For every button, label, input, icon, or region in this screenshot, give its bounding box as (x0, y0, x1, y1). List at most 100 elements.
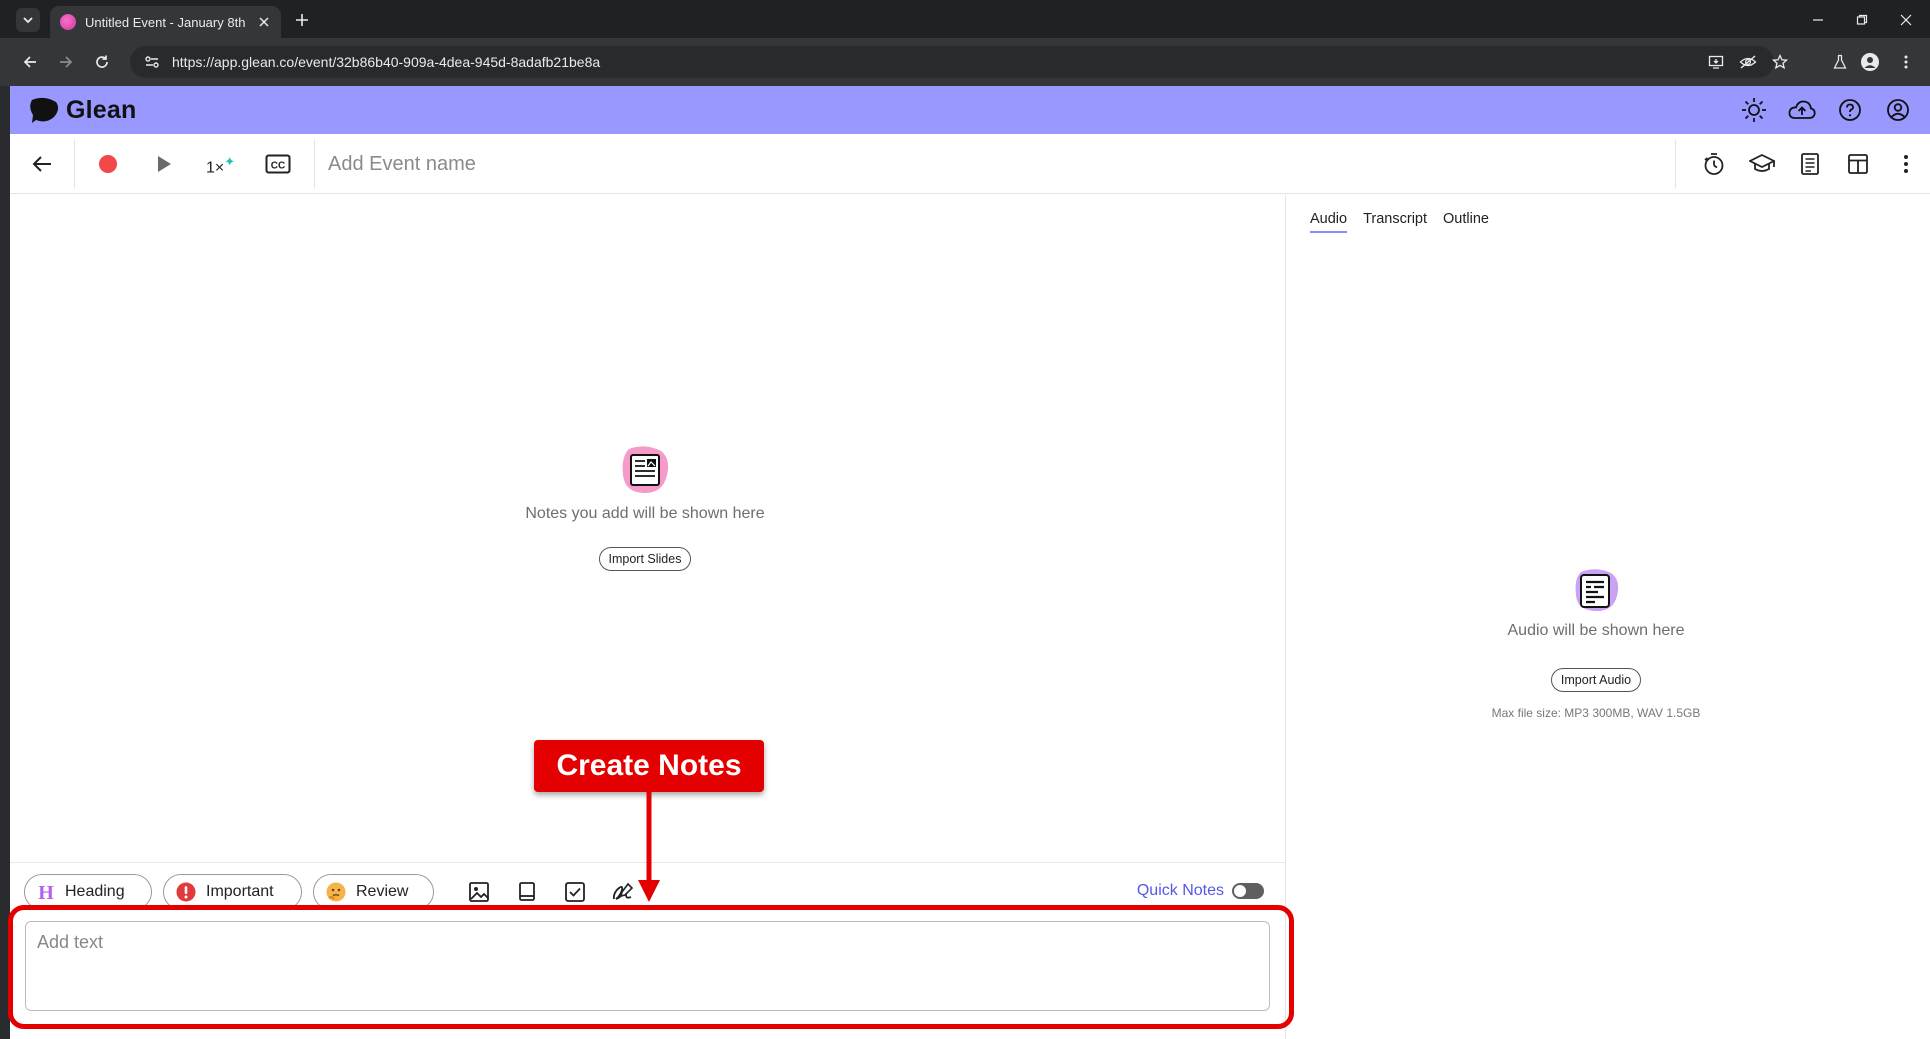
layout-icon (1848, 154, 1868, 174)
tab-close-button[interactable] (257, 15, 271, 29)
svg-text:H: H (38, 882, 54, 902)
play-button[interactable] (150, 150, 178, 178)
arrow-left-icon (23, 56, 36, 68)
bookmark-icon (519, 882, 535, 901)
labs-flask-icon[interactable] (1828, 50, 1852, 74)
insert-slide-button[interactable] (514, 879, 540, 905)
quick-notes-toggle[interactable]: Quick Notes (1137, 882, 1264, 900)
tab-audio[interactable]: Audio (1310, 211, 1348, 233)
media-pane: Audio Transcript Outline Audio will be s… (1286, 195, 1930, 1039)
scribble-pen-icon (612, 882, 634, 900)
brand-name: Glean (66, 95, 137, 124)
glean-favicon-icon (60, 14, 76, 30)
layout-button[interactable] (1844, 150, 1872, 178)
import-audio-button[interactable]: Import Audio (1550, 668, 1642, 692)
slides-placeholder-icon (622, 446, 669, 493)
back-to-home-button[interactable] (28, 150, 56, 178)
exclamation-icon (176, 882, 196, 902)
audio-empty-message: Audio will be shown here (1507, 622, 1685, 639)
page: Untitled Event - January 8th 2025 (0, 0, 1930, 1039)
plus-icon (296, 14, 308, 26)
timer-icon (1704, 153, 1724, 175)
record-button[interactable] (94, 150, 122, 178)
annotation-arrow-icon (638, 792, 660, 902)
address-bar[interactable]: https://app.glean.co/event/32b86b40-909a… (130, 46, 1788, 78)
arrow-right-icon (60, 56, 73, 68)
site-info-icon[interactable] (142, 52, 162, 72)
review-label: Review (356, 883, 409, 900)
window-frame (0, 86, 10, 1039)
checkbox-icon (565, 882, 585, 902)
back-button[interactable] (18, 50, 42, 74)
image-icon (469, 882, 489, 902)
quick-notes-switch[interactable] (1232, 883, 1264, 899)
insert-checkbox-button[interactable] (562, 879, 588, 905)
toolbar-divider (314, 140, 315, 188)
playback-speed-button[interactable]: 1×✦ (206, 154, 235, 177)
study-mode-button[interactable] (1748, 150, 1776, 178)
theme-toggle-button[interactable] (1740, 96, 1768, 124)
tab-search-button[interactable] (16, 8, 40, 32)
help-button[interactable] (1836, 96, 1864, 124)
heading-icon: H (37, 882, 55, 902)
close-icon (259, 17, 269, 27)
upload-button[interactable] (1788, 96, 1816, 124)
more-icon (1904, 155, 1908, 173)
play-icon (158, 156, 171, 172)
reload-icon (96, 55, 108, 68)
more-options-button[interactable] (1892, 150, 1920, 178)
restore-icon (1856, 14, 1868, 25)
browser-tab-title: Untitled Event - January 8th 2025 (85, 14, 249, 30)
bookmark-star-icon[interactable] (1770, 52, 1790, 72)
browser-tab[interactable]: Untitled Event - January 8th 2025 (50, 6, 281, 38)
notes-view-icon (1801, 153, 1819, 175)
draw-button[interactable] (610, 879, 636, 905)
notes-empty-message: Notes you add will be shown here (525, 505, 765, 522)
eye-off-icon[interactable] (1738, 52, 1758, 72)
profile-avatar-icon[interactable] (1858, 50, 1882, 74)
install-app-icon[interactable] (1706, 52, 1726, 72)
heading-label: Heading (65, 883, 125, 900)
event-toolbar: 1×✦ CC (10, 134, 1930, 194)
notes-empty-state: Notes you add will be shown here Import … (495, 445, 795, 571)
arrow-left-icon (32, 156, 51, 172)
quick-notes-label: Quick Notes (1136, 882, 1224, 899)
glean-logo[interactable]: Glean (28, 95, 136, 125)
browser-tab-strip: Untitled Event - January 8th 2025 (0, 0, 1930, 38)
import-slides-button[interactable]: Import Slides (598, 547, 692, 571)
cloud-upload-icon (1788, 100, 1816, 119)
tab-outline[interactable]: Outline (1443, 211, 1489, 233)
audio-placeholder-icon (1575, 569, 1619, 612)
sparkle-icon: ✦ (224, 154, 236, 169)
restore-button[interactable] (1852, 10, 1872, 30)
event-name-input[interactable] (328, 148, 1228, 180)
sun-icon (1742, 98, 1766, 122)
close-icon (1900, 14, 1912, 26)
notes-view-button[interactable] (1796, 150, 1824, 178)
graduation-cap-icon (1749, 153, 1775, 172)
closed-captions-icon: CC (265, 154, 291, 174)
annotation-highlight-box (8, 905, 1294, 1029)
toggle-knob (1234, 885, 1246, 897)
browser-toolbar: https://app.glean.co/event/32b86b40-909a… (0, 38, 1930, 86)
new-tab-button[interactable] (292, 10, 312, 30)
minimize-button[interactable] (1808, 10, 1828, 30)
insert-image-button[interactable] (466, 879, 492, 905)
reload-button[interactable] (90, 50, 114, 74)
account-button[interactable] (1884, 96, 1912, 124)
audio-empty-state: Audio will be shown here Import Audio Ma… (1446, 568, 1746, 720)
captions-button[interactable]: CC (264, 150, 292, 178)
svg-text:CC: CC (271, 161, 285, 172)
annotation-label: Create Notes (534, 740, 764, 792)
toolbar-divider (1675, 140, 1676, 188)
glean-logo-icon (30, 97, 59, 123)
browser-menu-icon[interactable] (1894, 50, 1918, 74)
close-window-button[interactable] (1896, 10, 1916, 30)
toolbar-divider (74, 140, 75, 188)
forward-button[interactable] (54, 50, 78, 74)
chevron-down-icon (23, 17, 33, 24)
help-icon (1839, 99, 1861, 121)
tab-transcript[interactable]: Transcript (1363, 211, 1427, 233)
url-text: https://app.glean.co/event/32b86b40-909a… (172, 54, 601, 70)
timer-button[interactable] (1700, 150, 1728, 178)
